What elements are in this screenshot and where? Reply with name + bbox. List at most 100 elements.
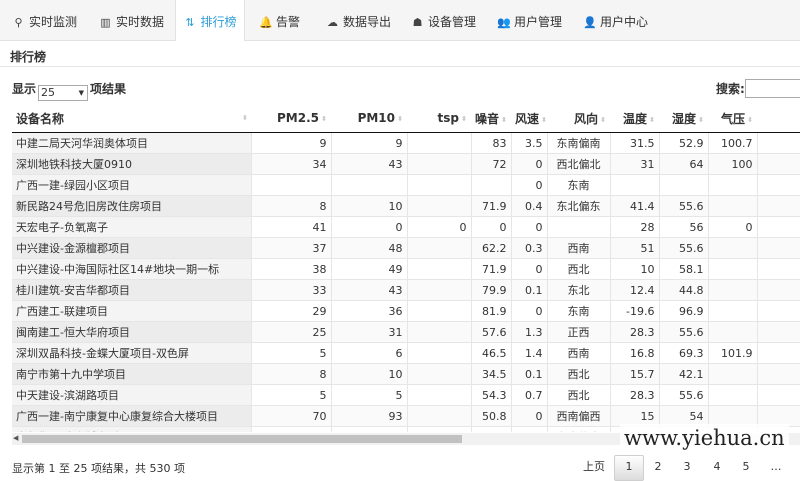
table-cell: 3.5 (510, 132, 547, 154)
column-header-7[interactable]: 温度 ⬍ (610, 104, 659, 133)
table-cell: 31.5 (609, 132, 659, 154)
length-suffix: 项结果 (90, 82, 127, 96)
ranking-table-container: 设备名称⬍PM2.5⬍PM10⬍tsp⬍噪音⬍风速⬍风向⬍温度⬍湿度⬍气压⬍总 … (12, 104, 800, 432)
table-cell: 中天建设-滨湖路项目 (12, 384, 251, 406)
table-cell (756, 279, 800, 301)
table-row[interactable]: 深圳双晶科技-金蝶大厦项目-双色屏 5 6 46.5 1.4 西南 16.8 69.3 101.… (12, 342, 800, 364)
table-cell (406, 426, 471, 432)
page-button-2[interactable]: 2 (646, 455, 670, 479)
table-row[interactable]: 中兴建设-金源檀郡项目 37 48 62.2 0.3 西南 51 55.6 (12, 237, 800, 259)
nav-item-5[interactable]: ☗ 设备管理 (411, 0, 481, 40)
table-cell (330, 174, 407, 196)
nav-label: 设备管理 (428, 15, 477, 29)
scrollbar-thumb[interactable] (22, 435, 462, 443)
table-cell: 55.6 (658, 321, 708, 343)
nav-label: 实时监测 (29, 15, 78, 29)
caret-down-icon: ▼ (78, 89, 85, 97)
page-button-5[interactable]: 5 (734, 455, 758, 479)
column-header-5[interactable]: 风速 ⬍ (511, 104, 547, 133)
table-cell: 100 (707, 153, 757, 175)
table-row[interactable]: 中天建设-滨湖路项目 5 5 54.3 0.7 西北 28.3 55.6 (12, 384, 800, 406)
table-cell (707, 195, 757, 217)
table-cell: 71.9 (470, 258, 511, 280)
nav-item-3[interactable]: 🔔 告警 (259, 0, 309, 40)
table-cell: 34 (250, 153, 331, 175)
table-row[interactable]: 闽南建工-恒大华府项目 25 31 57.6 1.3 正西 28.3 55.6 (12, 321, 800, 343)
page-button-4[interactable]: 4 (705, 455, 729, 479)
page-title: 排行榜 (10, 50, 47, 64)
table-row[interactable]: 中建二局天河华润奥体项目 9 9 83 3.5 东南偏南 31.5 52.9 100.7 (12, 132, 800, 154)
nav-label: 用户中心 (600, 15, 649, 29)
table-cell: 41.4 (609, 195, 659, 217)
scroll-left-icon[interactable]: ◀ (13, 434, 18, 442)
table-cell: 8 (250, 363, 331, 385)
column-header-8[interactable]: 湿度 ⬍ (659, 104, 708, 133)
nav-item-7[interactable]: 👤 用户中心 (583, 0, 653, 40)
search-input[interactable] (745, 79, 800, 98)
nav-item-1[interactable]: ▥ 实时数据 (99, 0, 169, 40)
table-cell: 37 (250, 237, 331, 259)
table-cell: 55.6 (658, 384, 708, 406)
table-cell: 8 (250, 195, 331, 217)
page-button-3[interactable]: 3 (675, 455, 699, 479)
nav-item-2[interactable]: ⇅ 排行榜 (175, 0, 245, 41)
column-header-3[interactable]: tsp ⬍ (407, 104, 471, 133)
table-cell: 93 (330, 405, 407, 427)
column-header-1[interactable]: PM2.5 ⬍ (251, 104, 331, 133)
table-cell: 5 (330, 384, 407, 406)
sort-icon: ⇅ (185, 16, 195, 29)
table-cell: 43 (330, 279, 407, 301)
sort-icon: ⬍ (649, 115, 655, 124)
column-header-2[interactable]: PM10 ⬍ (331, 104, 407, 133)
table-row[interactable]: 广西建工-联建项目 29 36 81.9 0 东南 -19.6 96.9 (12, 300, 800, 322)
table-cell: 深圳地铁科技大厦0910 (12, 153, 251, 175)
table-cell: 64 (658, 153, 708, 175)
column-header-label: tsp (437, 111, 459, 125)
table-cell: 83 (470, 132, 511, 154)
table-cell: 0 (510, 258, 547, 280)
table-cell: 31 (609, 153, 659, 175)
table-cell: 41 (250, 216, 331, 238)
table-cell: 52.9 (658, 132, 708, 154)
table-cell: 深圳双晶科技-金蝶大厦项目-双色屏 (12, 342, 251, 364)
table-cell: 西北偏北 (546, 153, 610, 175)
table-cell: 东南 (546, 174, 610, 196)
table-cell: 中兴建设-金源檀郡项目 (12, 237, 251, 259)
table-cell: 101.9 (707, 342, 757, 364)
table-cell: 28.3 (609, 384, 659, 406)
table-cell: 西南 (546, 237, 610, 259)
table-row[interactable]: 桂川建筑-安吉华都项目 33 43 79.9 0.1 东北 12.4 44.8 (12, 279, 800, 301)
sort-icon: ⬍ (242, 114, 248, 122)
column-header-4[interactable]: 噪音 ⬍ (471, 104, 511, 133)
cloud-download-icon: ☁ (327, 16, 338, 29)
column-header-6[interactable]: 风向 ⬍ (547, 104, 610, 133)
title-divider (0, 66, 800, 67)
table-row[interactable]: 中兴建设-中海国际社区14#地块一期一标 38 49 71.9 0 西北 10 58.1 (12, 258, 800, 280)
column-header-label: 风速 (515, 111, 540, 126)
table-row[interactable]: 天宏电子-负氧离子 41 0 0 0 0 28 56 0 (12, 216, 800, 238)
search-label: 搜索: (716, 82, 745, 96)
nav-item-6[interactable]: 👥 用户管理 (497, 0, 567, 40)
page-length-select[interactable]: 25 ▼ (38, 85, 89, 101)
table-cell: 东北偏东 (546, 195, 610, 217)
nav-item-0[interactable]: ⚲ 实时监测 (12, 0, 82, 40)
table-cell: 42.1 (658, 363, 708, 385)
table-row[interactable]: 广西一建-绿园小区项目 0 东南 (12, 174, 800, 196)
column-header-label: 风向 (573, 111, 598, 126)
table-cell (707, 321, 757, 343)
page-button-1[interactable]: 1 (614, 455, 644, 481)
prev-page-button[interactable]: 上页 (578, 455, 610, 479)
table-cell (658, 174, 708, 196)
table-cell (756, 216, 800, 238)
table-row[interactable]: 新民路24号危旧房改住房项目 8 10 71.9 0.4 东北偏东 41.4 55.6 (12, 195, 800, 217)
table-cell: 广西建工-联建项目 (12, 300, 251, 322)
column-header-9[interactable]: 气压 ⬍ (708, 104, 757, 133)
column-header-0[interactable]: 设备名称 ⬍ (12, 104, 251, 133)
table-row[interactable]: 深圳地铁科技大厦0910 34 43 72 0 西北偏北 31 64 100 (12, 153, 800, 175)
nav-item-4[interactable]: ☁ 数据导出 (326, 0, 396, 40)
table-cell (406, 342, 471, 364)
table-cell: 46.5 (470, 342, 511, 364)
column-header-10[interactable]: 总 (757, 104, 800, 133)
table-cell: 50.8 (470, 405, 511, 427)
table-row[interactable]: 南宁市第十九中学项目 8 10 34.5 0.1 西北 15.7 42.1 (12, 363, 800, 385)
